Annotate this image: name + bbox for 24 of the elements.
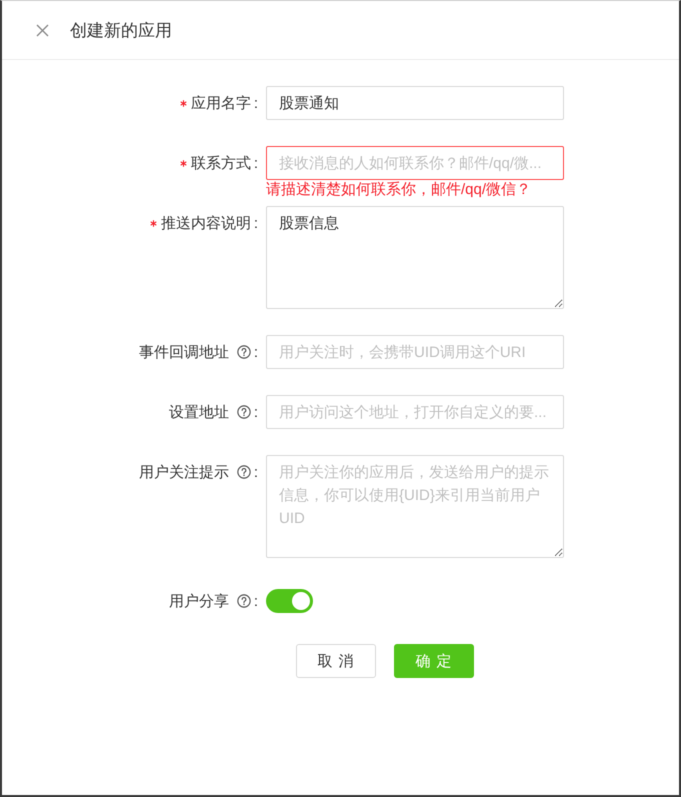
input-field[interactable]: 接收消息的人如何联系你？邮件/qq/微... (266, 146, 564, 180)
close-icon (36, 24, 49, 36)
text-area-field[interactable]: 股票信息 (266, 206, 564, 309)
field-label: 用户关注提示 (138, 462, 229, 482)
text-area-field[interactable]: 用户关注你的应用后，发送给用户的提示信息，你可以使用{UID}来引用当前用户UID (266, 455, 564, 558)
label-colon: : (254, 344, 258, 360)
input-field[interactable]: 股票通知 (266, 86, 564, 120)
label-colon: : (254, 404, 258, 420)
label-colon: : (254, 214, 258, 232)
label-colon: : (254, 94, 258, 112)
dialog-title: 创建新的应用 (70, 20, 172, 42)
error-message: 请描述清楚如何联系你，邮件/qq/微信？ (266, 180, 532, 200)
field-label: 推送内容说明 (160, 214, 251, 232)
field-label: 联系方式 (190, 154, 251, 172)
field-label: 应用名字 (190, 94, 251, 112)
label-colon: : (254, 464, 258, 480)
field-label: 用户分享 (168, 592, 229, 610)
label-colon: : (254, 592, 258, 610)
field-label: 事件回调地址 (138, 342, 229, 362)
cancel-button[interactable]: 取 消 (296, 644, 376, 678)
toggle-switch[interactable] (266, 589, 313, 613)
field-label: 设置地址 (168, 402, 229, 422)
label-colon: : (254, 154, 258, 172)
close-button[interactable] (36, 24, 49, 36)
